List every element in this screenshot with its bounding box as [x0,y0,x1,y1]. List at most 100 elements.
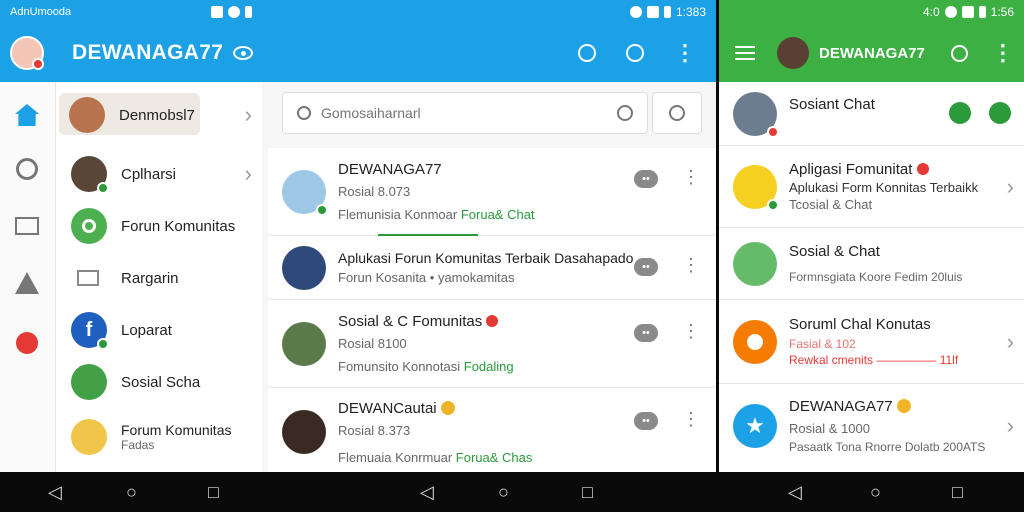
search-icon[interactable] [626,44,644,62]
drawer-item[interactable]: f Loparat [57,304,262,356]
status-icons: 1:383 [629,5,706,19]
chat-line2: Rosial & 1000 [789,421,870,436]
chat-item[interactable]: DEWANAGA77 Rosial 8.073 Flemunisia Konmo… [268,148,716,236]
chat-title: Sosial & Chat [789,243,880,260]
chat-line2: Fasial & 102 [789,337,856,351]
drawer-item-label: Loparat [121,321,172,339]
search-input[interactable] [321,105,591,121]
more-vert-icon[interactable]: ⋮ [682,410,700,428]
home-circle-icon[interactable]: ○ [498,482,509,503]
search-icon [297,106,311,120]
back-icon[interactable]: ◁ [788,482,802,503]
wifi-icon [961,6,974,18]
send-icon[interactable] [989,102,1011,124]
back-icon[interactable]: ◁ [48,482,62,503]
chat-line3: Rewkal cmenits ————— 11lf [789,353,959,367]
avatar [733,91,779,138]
chat-item[interactable]: Sosiant Chat [719,82,1024,146]
chat-item[interactable]: ★ DEWANAGA77 Rosial & 1000 Pasaatk Tona … [719,384,1024,468]
gold-badge-icon [896,399,911,413]
drawer-item[interactable]: Denmobsl7 › [57,82,262,148]
chat-line3: Flemunisia Konmoar [338,207,458,222]
more-vert-icon[interactable]: ⋮ [682,256,700,274]
chat-title: Sosiant Chat [789,96,875,113]
menu-icon[interactable] [735,46,755,60]
drawer-item[interactable]: Forum Komunitas Fadas [57,408,262,466]
battery-icon [245,6,252,18]
search-icon [669,105,685,121]
drawer-item-sub: Fadas [121,438,155,452]
search-button[interactable] [652,92,702,134]
red-badge-icon[interactable] [16,332,38,354]
more-vert-icon[interactable]: ⋮ [682,168,700,186]
drawer-item-label: Sosial Scha [121,373,201,391]
right-pane: 4:0 1:56 DEWANAGA77 ⋮ Sosiant Chat Aplig… [719,0,1024,472]
avatar [733,319,777,364]
chat-tag: Fodaling [463,359,514,374]
chat-line3: Tcosial & Chat [789,197,873,212]
home-circle-icon[interactable]: ○ [126,482,137,503]
drawer-item-label: Cplharsi [121,165,177,183]
download-icon[interactable] [949,102,971,124]
chevron-right-icon: › [244,102,252,127]
chevron-right-icon: › [1006,328,1014,354]
chat-item[interactable]: Aplukasi Forun Komunitas Terbaik Dasahap… [268,236,716,300]
status-bar: AdnUmooda [0,0,262,24]
drawer-item[interactable]: Sosial Scha [57,356,262,408]
chat-icon[interactable] [16,158,38,180]
chat-line2: Rosial 8100 [338,336,407,351]
chat-item[interactable]: Sosial & C Fomunitas Rosial 8100 Fomunsi… [268,300,716,388]
recents-icon[interactable]: □ [952,482,963,503]
chat-list: DEWANAGA77 Rosial 8.073 Flemunisia Konmo… [268,148,716,472]
message-count-pill: •• [634,258,658,276]
chat-item[interactable]: Sosial & Chat Formnsgiata Koore Fedim 20… [719,228,1024,300]
drawer-list: Denmobsl7 › Cplharsi › Forun Komunitas R… [57,82,262,466]
back-icon[interactable]: ◁ [420,482,434,503]
status-bar: 1:383 [262,0,716,24]
avatar [71,156,109,194]
battery-icon [978,6,986,18]
recents-icon[interactable]: □ [582,482,593,503]
avatar [282,169,328,216]
message-count-pill: •• [634,412,658,430]
more-vert-icon[interactable]: ⋮ [992,40,1014,66]
more-vert-icon[interactable]: ⋮ [674,42,696,64]
avatar [69,97,105,133]
chat-item[interactable]: DEWANCautai Rosial 8.373 Flemuaia Konrmu… [268,388,716,472]
recents-icon[interactable]: □ [208,482,219,503]
home-icon[interactable] [15,104,39,126]
search-bar [282,92,648,134]
profile-avatar[interactable] [777,37,809,69]
chat-item[interactable]: Apligasi Fomunitat Aplukasi Form Konnita… [719,146,1024,228]
drawer-item-label: Denmobsl7 [119,106,195,124]
chat-title: DEWANAGA77 [338,161,442,178]
chat-tag: Forua& Chas [455,449,533,465]
chat-line2: Forun Kosanita • yamokamitas [338,270,515,285]
status-text: AdnUmooda [10,6,72,18]
avatar [733,241,777,286]
more-vert-icon[interactable]: ⋮ [682,322,700,340]
avatar [71,364,107,400]
chat-title: Aplukasi Forun Komunitas Terbaik Dasahap… [338,250,634,266]
eye-icon[interactable] [233,46,254,60]
chat-item[interactable]: Soruml Chal Konutas Fasial & 102 Rewkal … [719,300,1024,384]
drawer-item[interactable]: Cplharsi › [57,148,262,200]
chat-line2: Formnsgiata Koore Fedim 20luis [789,270,963,284]
drawer-item-label: Forun Komunitas [121,217,236,235]
search-icon[interactable] [950,44,968,62]
home-circle-icon[interactable]: ○ [870,482,881,503]
alert-icon[interactable] [15,272,39,294]
drawer-item[interactable]: Forun Komunitas [57,200,262,252]
search-icon[interactable] [578,44,596,62]
header-bar-blue: DEWANAGA77 [0,24,262,82]
avatar [733,164,779,211]
search-icon[interactable] [617,105,633,121]
profile-avatar[interactable] [10,36,44,70]
avatar [282,245,326,290]
middle-pane: 1:383 ⋮ DEWANAGA77 Rosial 8.073 Flemunis… [262,0,716,472]
message-count-pill: •• [634,170,658,188]
alarm-icon [629,6,642,18]
chat-list: Sosiant Chat Apligasi Fomunitat Aplukasi… [719,82,1024,468]
drawer-item[interactable]: Rargarin [57,252,262,304]
mail-icon[interactable] [15,217,39,235]
